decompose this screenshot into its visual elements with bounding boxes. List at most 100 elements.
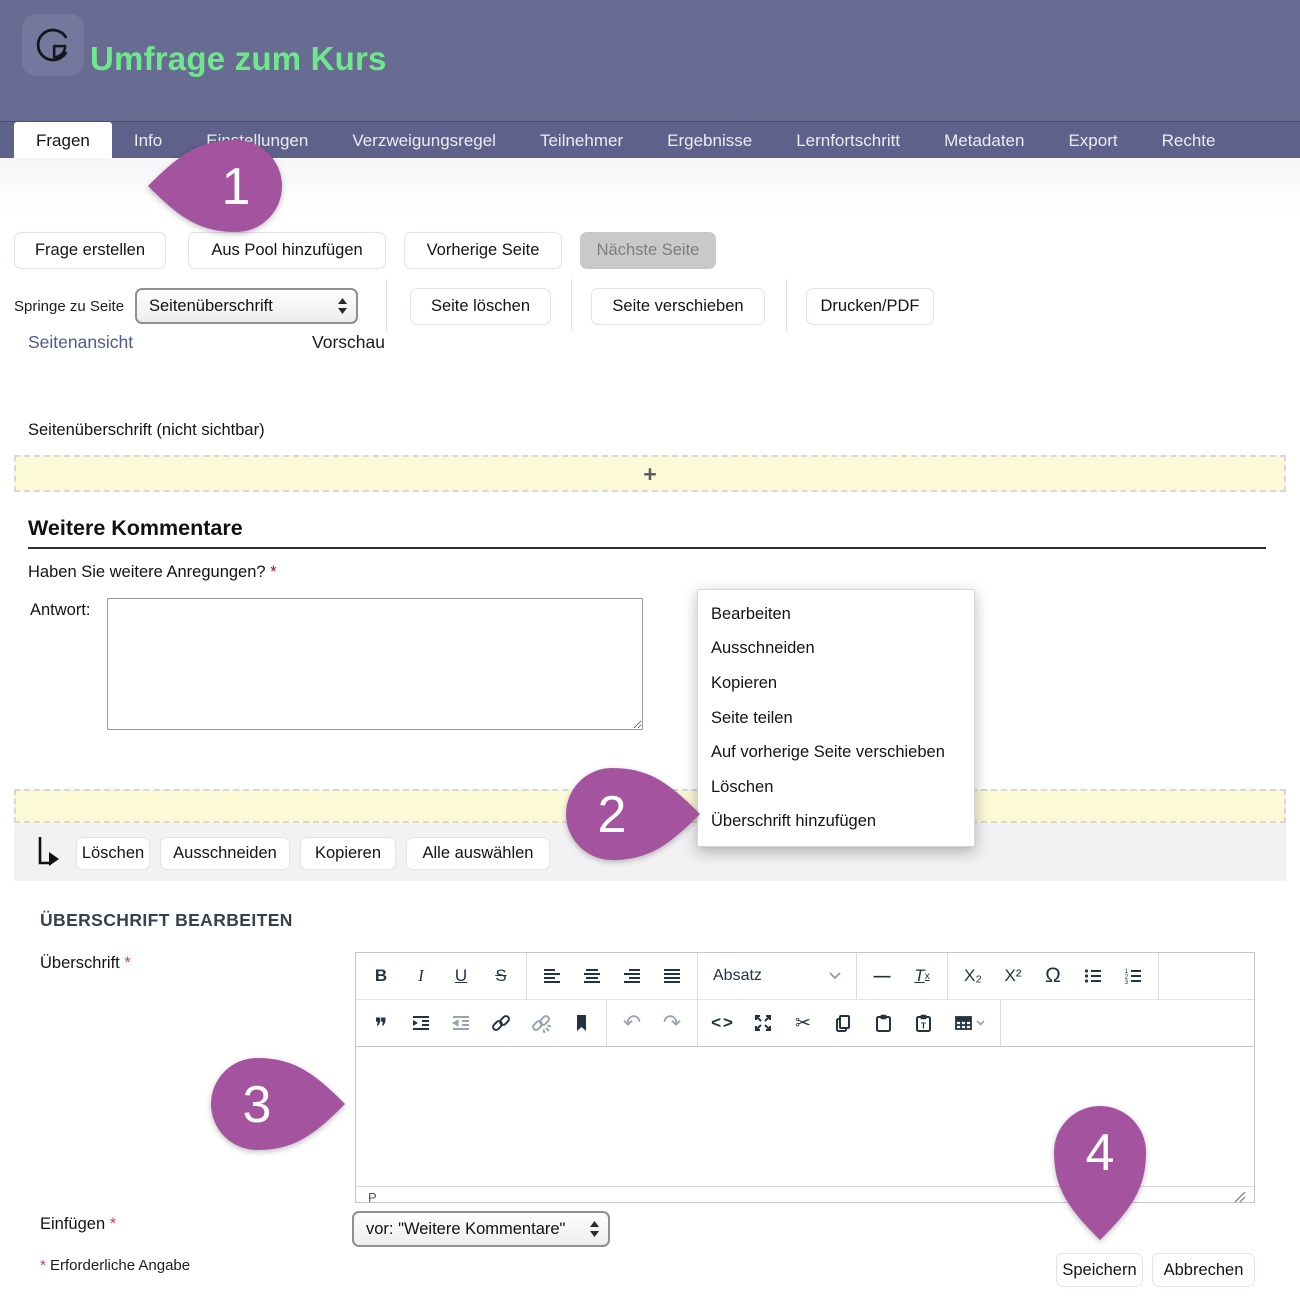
- menu-item-auf-vorherige-seite[interactable]: Auf vorherige Seite verschieben: [698, 735, 974, 770]
- editor-element-path: P: [368, 1190, 377, 1205]
- outdent-icon[interactable]: [441, 1003, 481, 1043]
- menu-item-seite-teilen[interactable]: Seite teilen: [698, 701, 974, 736]
- redo-icon[interactable]: ↷: [652, 1003, 692, 1043]
- subscript-icon[interactable]: X₂: [953, 956, 993, 996]
- save-button[interactable]: Speichern: [1056, 1253, 1143, 1287]
- required-asterisk: *: [270, 563, 276, 581]
- add-block-dropzone[interactable]: +: [14, 455, 1286, 492]
- g-logo-icon: [30, 22, 76, 68]
- previous-page-button[interactable]: Vorherige Seite: [404, 232, 562, 269]
- indent-icon[interactable]: [401, 1003, 441, 1043]
- resize-handle-icon[interactable]: [1234, 1191, 1246, 1203]
- svg-text:1: 1: [222, 158, 251, 216]
- annotation-marker-2: 2: [560, 764, 700, 864]
- chevron-down-icon: [829, 972, 841, 980]
- horizontal-rule-icon[interactable]: —: [862, 956, 902, 996]
- paste-icon[interactable]: [863, 1003, 903, 1043]
- insert-field-label: Einfügen: [40, 1215, 105, 1233]
- app-logo[interactable]: [22, 14, 84, 76]
- print-pdf-button[interactable]: Drucken/PDF: [806, 288, 934, 325]
- required-asterisk: *: [110, 1215, 116, 1233]
- clear-formatting-t: T: [914, 966, 924, 986]
- tab-ergebnisse[interactable]: Ergebnisse: [645, 122, 774, 159]
- divider: [28, 547, 1266, 549]
- tab-lernfortschritt[interactable]: Lernfortschritt: [774, 122, 922, 159]
- next-page-button[interactable]: Nächste Seite: [580, 232, 716, 269]
- jump-to-page-value: Seitenüberschrift: [149, 297, 273, 316]
- paragraph-format-dropdown[interactable]: Absatz: [703, 967, 851, 985]
- clear-formatting-icon[interactable]: Tx: [902, 956, 942, 996]
- numbered-list-icon[interactable]: 123: [1113, 956, 1153, 996]
- copy-icon[interactable]: [823, 1003, 863, 1043]
- anchor-bookmark-icon[interactable]: [561, 1003, 601, 1043]
- link-icon[interactable]: [481, 1003, 521, 1043]
- tab-export[interactable]: Export: [1046, 122, 1139, 159]
- superscript-icon[interactable]: X²: [993, 956, 1033, 996]
- selection-delete-button[interactable]: Löschen: [76, 837, 150, 870]
- align-right-icon[interactable]: [612, 956, 652, 996]
- menu-item-kopieren[interactable]: Kopieren: [698, 666, 974, 701]
- add-from-pool-button[interactable]: Aus Pool hinzufügen: [188, 232, 386, 269]
- question-label: Haben Sie weitere Anregungen?: [28, 563, 266, 581]
- menu-item-bearbeiten[interactable]: Bearbeiten: [698, 597, 974, 632]
- section-title: ÜBERSCHRIFT BEARBEITEN: [40, 910, 293, 931]
- italic-icon[interactable]: I: [401, 956, 441, 996]
- underline-icon[interactable]: U: [441, 956, 481, 996]
- table-icon[interactable]: [943, 1003, 995, 1043]
- required-asterisk: *: [40, 1257, 46, 1274]
- bold-icon[interactable]: B: [361, 956, 401, 996]
- select-stepper-icon: [337, 297, 348, 315]
- selection-cut-button[interactable]: Ausschneiden: [160, 837, 290, 870]
- source-code-icon[interactable]: <>: [703, 1003, 743, 1043]
- align-center-icon[interactable]: [572, 956, 612, 996]
- page-header-note: Seitenüberschrift (nicht sichtbar): [28, 421, 265, 440]
- menu-item-ueberschrift-hinzufuegen[interactable]: Überschrift hinzufügen: [698, 805, 974, 840]
- annotation-marker-4: 4: [1050, 1100, 1150, 1240]
- subtab-vorschau[interactable]: Vorschau: [312, 332, 385, 353]
- tab-metadaten[interactable]: Metadaten: [922, 122, 1046, 159]
- strikethrough-icon[interactable]: S: [481, 956, 521, 996]
- justify-icon[interactable]: [652, 956, 692, 996]
- selection-select-all-button[interactable]: Alle auswählen: [406, 837, 550, 870]
- move-page-button[interactable]: Seite verschieben: [591, 288, 765, 325]
- page-title: Umfrage zum Kurs: [90, 40, 387, 78]
- selection-copy-button[interactable]: Kopieren: [300, 837, 396, 870]
- undo-icon[interactable]: ↶: [612, 1003, 652, 1043]
- unlink-icon[interactable]: [521, 1003, 561, 1043]
- answer-textarea[interactable]: [107, 598, 643, 730]
- jump-to-page-select[interactable]: Seitenüberschrift: [135, 288, 358, 324]
- annotation-marker-1: 1: [148, 136, 288, 236]
- tab-teilnehmer[interactable]: Teilnehmer: [518, 122, 645, 159]
- answer-label: Antwort:: [30, 601, 91, 620]
- svg-text:3: 3: [243, 1076, 272, 1134]
- blockquote-icon[interactable]: ❞: [361, 1003, 401, 1043]
- insert-position-select[interactable]: vor: "Weitere Kommentare": [352, 1211, 610, 1247]
- tab-rechte[interactable]: Rechte: [1140, 122, 1238, 159]
- subtab-seitenansicht[interactable]: Seitenansicht: [28, 332, 133, 353]
- svg-text:T: T: [921, 1021, 927, 1031]
- align-left-icon[interactable]: [532, 956, 572, 996]
- menu-item-loeschen[interactable]: Löschen: [698, 770, 974, 805]
- paste-as-text-icon[interactable]: T: [903, 1003, 943, 1043]
- page: Umfrage zum Kurs Fragen Info Einstellung…: [0, 0, 1300, 1300]
- required-note: Erforderliche Angabe: [50, 1257, 190, 1274]
- svg-text:2: 2: [598, 786, 627, 844]
- delete-page-button[interactable]: Seite löschen: [410, 288, 551, 325]
- special-character-icon[interactable]: Ω: [1033, 956, 1073, 996]
- cut-icon[interactable]: ✂: [783, 1003, 823, 1043]
- tab-fragen[interactable]: Fragen: [14, 122, 112, 159]
- add-plus-icon[interactable]: +: [16, 461, 1284, 488]
- svg-text:4: 4: [1086, 1124, 1115, 1182]
- bullet-list-icon[interactable]: [1073, 956, 1113, 996]
- svg-text:3: 3: [1125, 979, 1129, 986]
- insert-position-value: vor: "Weitere Kommentare": [366, 1220, 565, 1239]
- clear-formatting-x: x: [925, 971, 930, 982]
- context-menu: Bearbeiten Ausschneiden Kopieren Seite t…: [697, 589, 975, 847]
- menu-item-ausschneiden[interactable]: Ausschneiden: [698, 632, 974, 667]
- fullscreen-icon[interactable]: [743, 1003, 783, 1043]
- cancel-button[interactable]: Abbrechen: [1152, 1253, 1255, 1287]
- tab-verzweigungsregel[interactable]: Verzweigungsregel: [330, 122, 518, 159]
- create-question-button[interactable]: Frage erstellen: [14, 232, 166, 269]
- paragraph-format-value: Absatz: [713, 967, 762, 985]
- annotation-marker-3: 3: [205, 1054, 345, 1154]
